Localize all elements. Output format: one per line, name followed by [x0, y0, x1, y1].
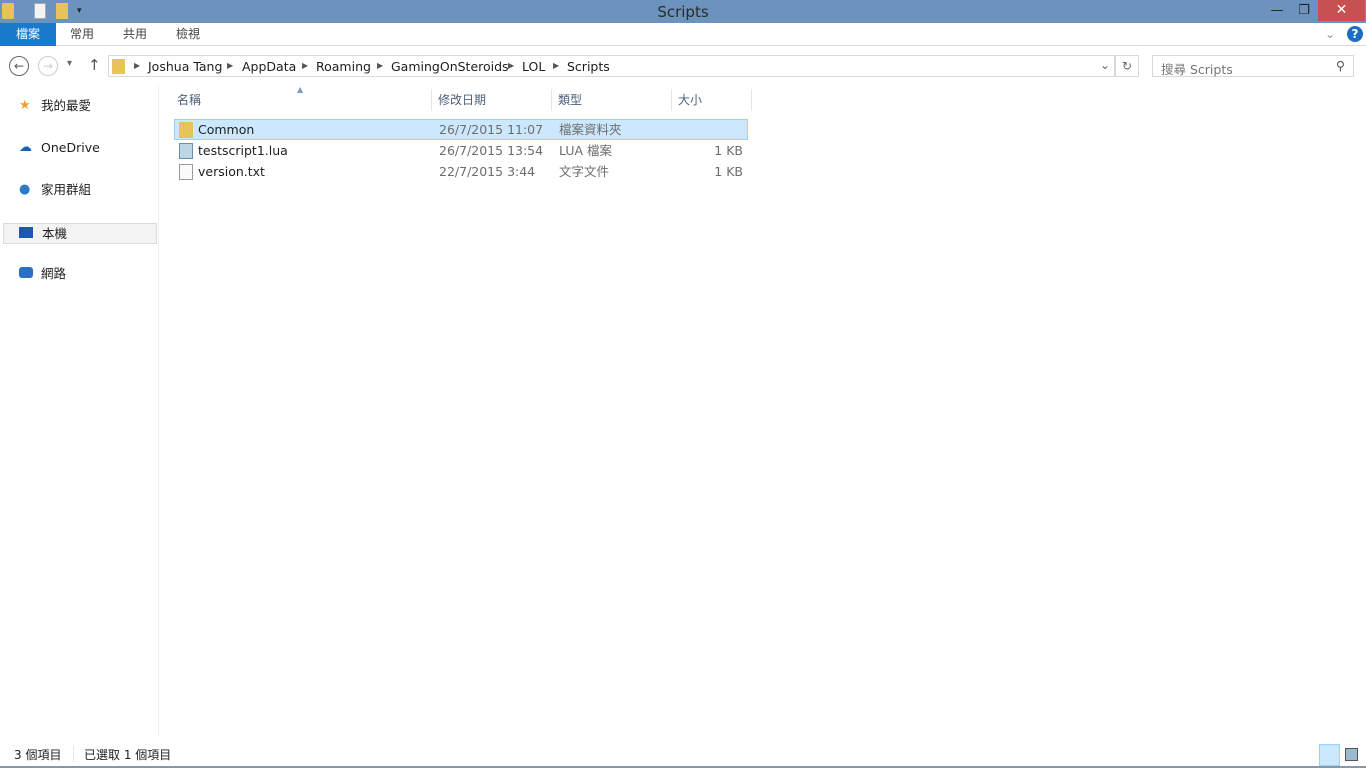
address-bar[interactable]: ▶ Joshua Tang ▶ AppData ▶ Roaming ▶ Gami…: [108, 55, 1115, 77]
breadcrumb-separator: ▶: [227, 61, 234, 70]
computer-icon: [19, 227, 33, 238]
tab-file[interactable]: 檔案: [0, 23, 56, 46]
breadcrumb-item[interactable]: Scripts: [567, 59, 610, 74]
minimize-button[interactable]: —: [1262, 0, 1292, 21]
column-header-size[interactable]: 大小: [672, 89, 752, 111]
file-size: 1 KB: [714, 143, 743, 158]
homegroup-icon: ●: [19, 182, 31, 197]
address-dropdown-icon[interactable]: ⌄: [1100, 58, 1110, 72]
title-bar: ▾ Scripts — ❐ ✕: [0, 0, 1366, 23]
expand-ribbon-icon[interactable]: ⌄: [1322, 23, 1338, 46]
breadcrumb-item[interactable]: Joshua Tang: [148, 59, 222, 74]
sidebar-item-network[interactable]: 網路: [3, 264, 157, 285]
folder-icon: [179, 122, 193, 138]
breadcrumb-item[interactable]: Roaming: [316, 59, 371, 74]
breadcrumb-separator: ▶: [134, 61, 141, 70]
file-name: version.txt: [198, 164, 265, 179]
file-type: 檔案資料夾: [559, 122, 622, 137]
file-type: LUA 檔案: [559, 143, 613, 158]
breadcrumb-item[interactable]: LOL: [522, 59, 545, 74]
window-title: Scripts: [657, 3, 709, 21]
search-placeholder: 搜尋 Scripts: [1161, 62, 1233, 77]
ribbon: 檔案 常用 共用 檢視 ⌄ ?: [0, 23, 1366, 46]
file-date: 26/7/2015 11:07: [439, 122, 544, 137]
recent-locations-button[interactable]: ▾: [67, 58, 72, 69]
sidebar-item-favorites[interactable]: ★ 我的最愛: [3, 96, 157, 117]
breadcrumb-item[interactable]: AppData: [242, 59, 296, 74]
breadcrumb-separator: ▶: [377, 61, 384, 70]
sidebar-item-label: 我的最愛: [41, 98, 92, 113]
breadcrumb-item[interactable]: GamingOnSteroids: [391, 59, 509, 74]
breadcrumb-separator: ▶: [302, 61, 309, 70]
column-header-date[interactable]: 修改日期: [432, 89, 552, 111]
file-date: 22/7/2015 3:44: [439, 164, 536, 179]
tab-share[interactable]: 共用: [115, 23, 155, 46]
navigation-pane: ★ 我的最愛 ☁ OneDrive ● 家用群組 本機 網路: [0, 86, 159, 736]
file-size: 1 KB: [714, 164, 743, 179]
file-row[interactable]: version.txt 22/7/2015 3:44 文字文件 1 KB: [174, 161, 748, 182]
close-button[interactable]: ✕: [1318, 0, 1365, 21]
details-view-button[interactable]: [1319, 744, 1340, 766]
tab-home[interactable]: 常用: [62, 23, 102, 46]
column-header-name[interactable]: 名稱: [171, 89, 432, 111]
sidebar-item-label: 家用群組: [41, 182, 92, 197]
column-header-type[interactable]: 類型: [552, 89, 672, 111]
network-icon: [19, 267, 33, 278]
navigation-bar: ← → ▾ ↑ ▶ Joshua Tang ▶ AppData ▶ Roamin…: [0, 46, 1366, 86]
lua-file-icon: [179, 143, 193, 159]
file-type: 文字文件: [559, 164, 610, 179]
refresh-button[interactable]: ↻: [1115, 55, 1139, 77]
help-icon[interactable]: ?: [1347, 26, 1363, 42]
tab-view[interactable]: 檢視: [168, 23, 208, 46]
file-date: 26/7/2015 13:54: [439, 143, 544, 158]
star-icon: ★: [19, 98, 31, 113]
status-item-count: 3 個項目: [14, 748, 62, 762]
file-name: testscript1.lua: [198, 143, 288, 158]
sidebar-item-label: 本機: [42, 226, 68, 241]
text-file-icon: [179, 164, 193, 180]
file-row[interactable]: Common 26/7/2015 11:07 檔案資料夾: [174, 119, 748, 140]
breadcrumb-separator: ▶: [553, 61, 560, 70]
cloud-icon: ☁: [19, 140, 32, 155]
back-button[interactable]: ←: [9, 56, 29, 76]
breadcrumb-separator: ▶: [508, 61, 515, 70]
folder-icon: [112, 59, 125, 74]
sidebar-item-label: 網路: [41, 266, 67, 281]
search-input[interactable]: 搜尋 Scripts ⚲: [1152, 55, 1354, 77]
up-button[interactable]: ↑: [88, 56, 101, 74]
sidebar-item-label: OneDrive: [41, 140, 100, 155]
file-name: Common: [198, 122, 255, 137]
sidebar-item-homegroup[interactable]: ● 家用群組: [3, 180, 157, 201]
large-icons-view-button[interactable]: [1345, 748, 1358, 761]
sidebar-item-this-pc[interactable]: 本機: [3, 223, 157, 244]
file-row[interactable]: testscript1.lua 26/7/2015 13:54 LUA 檔案 1…: [174, 140, 748, 161]
restore-button[interactable]: ❐: [1289, 0, 1319, 21]
status-selected-count: 已選取 1 個項目: [84, 748, 172, 762]
sidebar-item-onedrive[interactable]: ☁ OneDrive: [3, 138, 157, 159]
status-divider: [73, 746, 74, 762]
forward-button[interactable]: →: [38, 56, 58, 76]
search-icon[interactable]: ⚲: [1336, 58, 1345, 73]
